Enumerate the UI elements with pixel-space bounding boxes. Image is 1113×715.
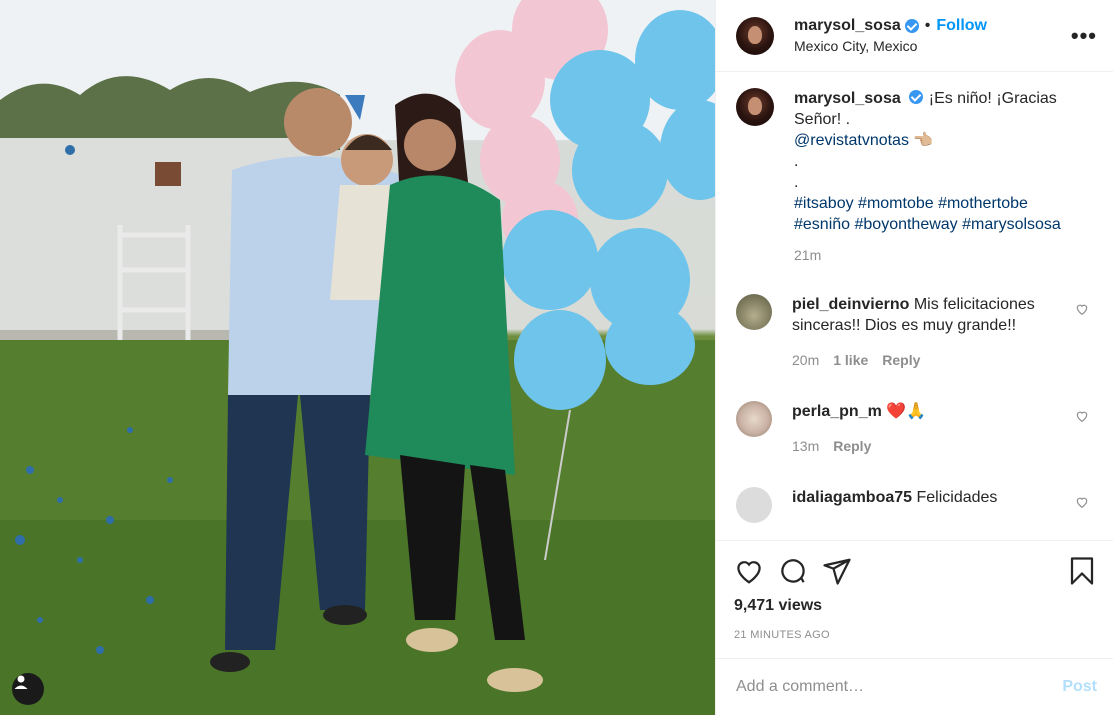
post-timestamp: 21 MINUTES AGO xyxy=(734,629,830,641)
author-info: marysol_sosa • Follow Mexico City, Mexic… xyxy=(794,17,1071,54)
caption-dot: . xyxy=(794,153,799,170)
verified-badge-icon xyxy=(908,90,923,104)
commenter-username[interactable]: idaliagamboa75 xyxy=(792,489,912,506)
comment-likes[interactable]: 1 like xyxy=(833,350,868,371)
bookmark-icon[interactable] xyxy=(1067,556,1097,586)
follow-button[interactable]: Follow xyxy=(936,17,987,35)
commenter-avatar[interactable] xyxy=(736,294,772,330)
reply-button[interactable]: Reply xyxy=(882,350,920,371)
author-avatar[interactable] xyxy=(736,16,774,55)
post-caption: marysol_sosa ¡Es niño! ¡Gracias Señor! . … xyxy=(736,88,1093,266)
verified-badge-icon xyxy=(904,19,919,33)
comment-like-icon[interactable] xyxy=(1075,495,1089,509)
comment-icon[interactable] xyxy=(778,556,808,586)
caption-time: 21m xyxy=(794,247,822,263)
post-location[interactable]: Mexico City, Mexico xyxy=(794,38,1071,54)
video-frame xyxy=(0,0,715,715)
post-header: marysol_sosa • Follow Mexico City, Mexic… xyxy=(716,0,1113,72)
commenter-avatar[interactable] xyxy=(736,401,772,437)
view-count[interactable]: 9,471 views xyxy=(734,597,1097,615)
header-separator: • xyxy=(924,17,931,34)
commenter-avatar[interactable] xyxy=(736,487,772,523)
post-comment-button[interactable]: Post xyxy=(1062,678,1097,696)
caption-hashtags[interactable]: #esniño #boyontheway #marysolsosa xyxy=(794,216,1061,233)
caption-username[interactable]: marysol_sosa xyxy=(794,90,901,107)
comments-list[interactable]: marysol_sosa ¡Es niño! ¡Gracias Señor! . … xyxy=(716,72,1113,540)
caption-dot: . xyxy=(794,174,799,191)
post-sidebar: marysol_sosa • Follow Mexico City, Mexic… xyxy=(715,0,1113,715)
more-options-icon[interactable]: ••• xyxy=(1071,24,1097,47)
comment-input[interactable] xyxy=(736,678,1063,696)
commenter-username[interactable]: piel_deinvierno xyxy=(792,296,909,313)
comment-like-icon[interactable] xyxy=(1075,302,1089,316)
comment-text: Felicidades xyxy=(916,489,998,506)
post-video[interactable] xyxy=(0,0,715,715)
heart-icon[interactable] xyxy=(734,556,764,586)
comment-like-icon[interactable] xyxy=(1075,409,1089,423)
comment-item: idaliagamboa75 Felicidades xyxy=(736,487,1093,523)
post-actions: 9,471 views 21 MINUTES AGO xyxy=(716,540,1113,658)
caption-mention[interactable]: @revistatvnotas xyxy=(794,132,909,149)
user-icon xyxy=(14,675,28,689)
user-tag-icon[interactable] xyxy=(12,673,44,705)
comment-time: 13m xyxy=(792,438,820,454)
share-icon[interactable] xyxy=(822,556,852,586)
add-comment-bar: Post xyxy=(716,658,1113,715)
reply-button[interactable]: Reply xyxy=(833,436,871,457)
comment-text: ❤️🙏 xyxy=(886,403,927,420)
author-username[interactable]: marysol_sosa xyxy=(794,17,901,35)
commenter-username[interactable]: perla_pn_m xyxy=(792,403,882,420)
comment-time: 20m xyxy=(792,352,820,368)
comment-item: piel_deinvierno Mis felicitaciones since… xyxy=(736,294,1093,371)
pointing-emoji: 👈🏼 xyxy=(913,132,934,149)
caption-hashtags[interactable]: #itsaboy #momtobe #mothertobe xyxy=(794,195,1028,212)
comment-item: perla_pn_m ❤️🙏 13m Reply xyxy=(736,401,1093,457)
caption-avatar[interactable] xyxy=(736,88,774,126)
